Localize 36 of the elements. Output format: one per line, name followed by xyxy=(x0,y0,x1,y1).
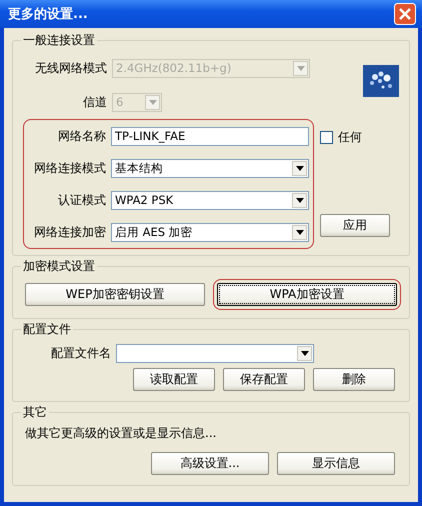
dropdown-arrow-icon xyxy=(296,198,304,202)
other-button[interactable]: 高级设置... xyxy=(151,452,269,475)
profile-button[interactable]: 保存配置 xyxy=(223,368,305,391)
dropdown-arrow-icon xyxy=(300,350,308,356)
apply-button[interactable]: 应用 xyxy=(320,214,390,237)
dropdown-arrow-icon xyxy=(148,100,156,104)
group-title: 配置文件 xyxy=(22,321,72,338)
group-title: 其它 xyxy=(22,404,48,421)
field-label: 无线网络模式 xyxy=(34,60,108,76)
field-label: 网络连接模式 xyxy=(33,160,107,176)
dropdown[interactable] xyxy=(116,344,314,362)
field-label: 配置文件名 xyxy=(50,344,112,362)
checkbox[interactable] xyxy=(320,131,333,144)
field-label: 网络名称 xyxy=(57,128,107,144)
other-button[interactable]: 显示信息 xyxy=(277,452,395,475)
dropdown-arrow-icon xyxy=(296,66,304,70)
dropdown[interactable]: 启用 AES 加密 xyxy=(111,222,309,242)
field-label: 网络连接加密 xyxy=(33,224,107,240)
field-label: 信道 xyxy=(82,94,108,110)
profile-button[interactable]: 删除 xyxy=(313,368,395,391)
dropdown[interactable]: WPA2 PSK xyxy=(111,190,309,210)
group-title: 一般连接设置 xyxy=(22,32,96,49)
checkbox-label: 任何 xyxy=(338,129,362,146)
window-title: 更多的设置... xyxy=(8,6,88,23)
dropdown[interactable]: 基本结构 xyxy=(111,158,309,178)
description-text: 做其它更高级的设置或是显示信息... xyxy=(24,425,218,442)
encryption-settings-button[interactable]: WPA加密设置 xyxy=(217,283,397,306)
field-label: 认证模式 xyxy=(57,192,107,208)
dropdown-arrow-icon xyxy=(296,166,304,170)
network-logo-icon xyxy=(363,65,399,97)
text-field[interactable]: TP-LINK_FAE xyxy=(111,126,309,146)
dropdown-arrow-icon xyxy=(296,230,304,234)
profile-button[interactable]: 读取配置 xyxy=(133,368,215,391)
encryption-settings-button[interactable]: WEP加密密钥设置 xyxy=(25,283,205,306)
close-icon[interactable] xyxy=(394,3,416,25)
group-title: 加密模式设置 xyxy=(22,258,96,275)
